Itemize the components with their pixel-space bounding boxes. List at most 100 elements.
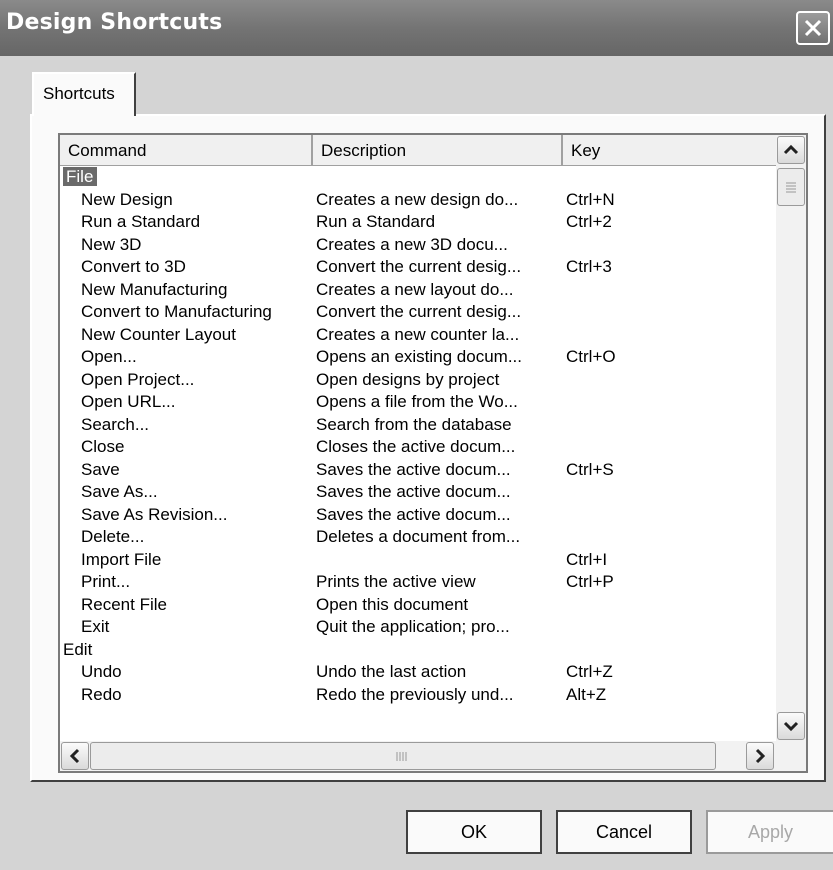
cell-command: Save As...	[81, 482, 158, 501]
cell-key: Ctrl+Z	[566, 662, 613, 681]
cell-command: Import File	[81, 549, 162, 569]
cell-command: File	[63, 166, 303, 188]
chevron-up-icon	[783, 144, 799, 155]
scrollbar-corner	[776, 741, 806, 771]
cell-description: Convert the current desig...	[316, 257, 522, 276]
table-row[interactable]: Print... Prints the active view Ctrl+P	[60, 571, 776, 594]
table-row[interactable]: New Design Creates a new design do... Ctrl…	[60, 189, 776, 212]
group-row[interactable]: File	[60, 166, 776, 189]
cell-description: Creates a new layout do...	[316, 279, 514, 299]
column-header-key[interactable]: Key	[563, 135, 776, 165]
table-row[interactable]: Import File Ctrl+I	[60, 549, 776, 572]
cell-command: Delete...	[81, 527, 145, 546]
cell-command: Recent File	[81, 594, 167, 614]
list-header: Command Description Key	[60, 135, 776, 166]
title-bar: Design Shortcuts	[0, 0, 833, 56]
table-row[interactable]: Delete... Deletes a document from...	[60, 526, 776, 549]
cell-command: Close	[81, 437, 125, 456]
cell-command: Open...	[81, 347, 137, 366]
tab-label: Shortcuts	[43, 84, 115, 103]
table-row[interactable]: New Counter Layout Creates a new counter …	[60, 324, 776, 347]
cell-command: Search...	[81, 414, 150, 434]
table-row[interactable]: Convert to 3D Convert the current desig..…	[60, 256, 776, 279]
cell-key: Ctrl+S	[566, 459, 614, 479]
cell-command: Open URL...	[81, 392, 176, 411]
grip-icon	[786, 182, 796, 193]
table-row[interactable]: Search... Search from the database	[60, 414, 776, 437]
column-header-description[interactable]: Description	[313, 135, 563, 165]
apply-button[interactable]: Apply	[706, 810, 833, 854]
scroll-right-button[interactable]	[746, 742, 774, 770]
table-row[interactable]: Open... Opens an existing docum... Ctrl+O	[60, 346, 776, 369]
column-header-command[interactable]: Command	[60, 135, 313, 165]
cell-command: Open Project...	[81, 369, 195, 389]
table-row[interactable]: New Manufacturing Creates a new layout do…	[60, 279, 776, 302]
chevron-right-icon	[755, 748, 766, 764]
scroll-up-button[interactable]	[777, 136, 805, 164]
grip-icon	[396, 752, 407, 761]
cell-description: Quit the application; pro...	[316, 617, 510, 636]
list-rows: File New Design Creates a new design do...…	[60, 166, 776, 746]
table-row[interactable]: Run a Standard Run a Standard Ctrl+2	[60, 211, 776, 234]
vertical-scroll-thumb[interactable]	[777, 168, 805, 206]
cell-description: Search from the database	[316, 414, 512, 434]
scroll-left-button[interactable]	[61, 742, 89, 770]
table-row[interactable]: Save As Revision... Saves the active docu…	[60, 504, 776, 527]
table-row[interactable]: Redo Redo the previously und... Alt+Z	[60, 684, 776, 707]
ok-button[interactable]: OK	[406, 810, 542, 854]
cell-command: Convert to Manufacturing	[81, 302, 272, 321]
table-row[interactable]: Open URL... Opens a file from the Wo...	[60, 391, 776, 414]
cell-description: Saves the active docum...	[316, 459, 511, 479]
cell-command: Save As Revision...	[81, 504, 228, 524]
close-button[interactable]	[796, 11, 830, 45]
cell-command: Print...	[81, 572, 131, 591]
cell-description: Convert the current desig...	[316, 302, 522, 321]
shortcuts-list[interactable]: Command Description Key File New Design Cr…	[58, 133, 808, 773]
table-row[interactable]: New 3D Creates a new 3D docu...	[60, 234, 776, 257]
cell-command: Run a Standard	[81, 212, 201, 231]
table-row[interactable]: Undo Undo the last action Ctrl+Z	[60, 661, 776, 684]
scroll-down-button[interactable]	[777, 712, 805, 740]
cell-command: New Manufacturing	[81, 279, 228, 299]
cell-description: Saves the active docum...	[316, 504, 511, 524]
cell-description: Undo the last action	[316, 662, 467, 681]
cell-key: Ctrl+N	[566, 189, 615, 209]
horizontal-scroll-thumb[interactable]	[90, 742, 716, 770]
window-title: Design Shortcuts	[6, 10, 223, 35]
cell-command: New Design	[81, 189, 173, 209]
table-row[interactable]: Exit Quit the application; pro...	[60, 616, 776, 639]
cell-command: New Counter Layout	[81, 324, 236, 344]
vertical-scrollbar[interactable]	[776, 135, 806, 741]
cell-key: Ctrl+O	[566, 347, 616, 366]
cell-description: Opens an existing docum...	[316, 347, 523, 366]
table-row[interactable]: Save As... Saves the active docum...	[60, 481, 776, 504]
cell-key: Ctrl+I	[566, 549, 608, 569]
cell-description: Open this document	[316, 594, 469, 614]
table-row[interactable]: Recent File Open this document	[60, 594, 776, 617]
cell-description: Saves the active docum...	[316, 482, 511, 501]
cell-description: Creates a new counter la...	[316, 324, 520, 344]
table-row[interactable]: Open Project... Open designs by project	[60, 369, 776, 392]
cell-description: Closes the active docum...	[316, 437, 516, 456]
chevron-down-icon	[783, 721, 799, 732]
cell-command: Redo	[81, 684, 122, 704]
cell-key: Ctrl+P	[566, 572, 614, 591]
table-row[interactable]: Close Closes the active docum...	[60, 436, 776, 459]
cell-command: Edit	[63, 639, 93, 659]
cell-description: Open designs by project	[316, 369, 500, 389]
horizontal-scrollbar[interactable]	[60, 741, 776, 771]
tab-shortcuts[interactable]: Shortcuts	[32, 72, 136, 116]
cell-command: Exit	[81, 617, 110, 636]
cell-command: Undo	[81, 662, 122, 681]
cell-description: Run a Standard	[316, 212, 436, 231]
close-icon	[804, 19, 822, 37]
cell-description: Creates a new design do...	[316, 189, 519, 209]
cell-description: Opens a file from the Wo...	[316, 392, 518, 411]
table-row[interactable]: Convert to Manufacturing Convert the curr…	[60, 301, 776, 324]
cancel-button[interactable]: Cancel	[556, 810, 692, 854]
cell-command: Convert to 3D	[81, 257, 186, 276]
group-row[interactable]: Edit	[60, 639, 776, 662]
cell-description: Creates a new 3D docu...	[316, 234, 508, 254]
table-row[interactable]: Save Saves the active docum... Ctrl+S	[60, 459, 776, 482]
cell-description: Deletes a document from...	[316, 527, 521, 546]
